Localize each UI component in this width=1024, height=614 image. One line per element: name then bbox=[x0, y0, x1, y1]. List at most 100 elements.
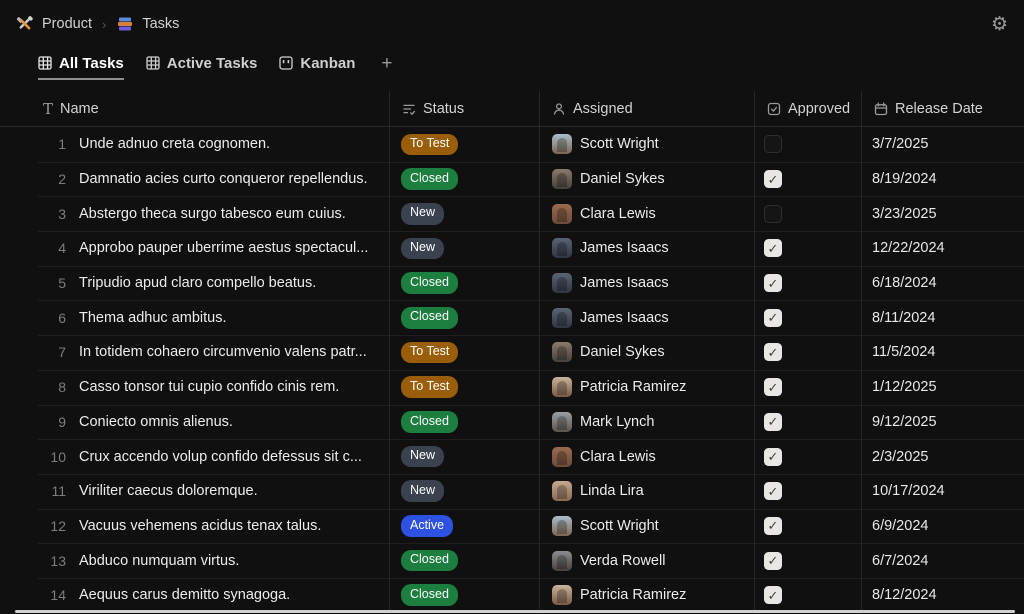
table-row[interactable]: 14 Aequus carus demitto synagoga. Closed… bbox=[0, 578, 1024, 613]
date-cell[interactable]: 2/3/2025 bbox=[862, 439, 1024, 474]
table-row[interactable]: 10 Crux accendo volup confido defessus s… bbox=[0, 439, 1024, 474]
breadcrumb-item-product[interactable]: Product bbox=[16, 15, 92, 33]
approved-cell[interactable]: ✓ bbox=[755, 578, 862, 613]
approved-cell[interactable]: ✓ bbox=[755, 543, 862, 578]
status-badge[interactable]: Closed bbox=[401, 584, 458, 606]
table-row[interactable]: 6 Thema adhuc ambitus. Closed James Isaa… bbox=[0, 300, 1024, 335]
horizontal-scrollbar[interactable] bbox=[15, 610, 1015, 613]
status-badge[interactable]: Closed bbox=[401, 411, 458, 433]
name-cell[interactable]: 5 Tripudio apud claro compello beatus. bbox=[0, 266, 390, 301]
tab-active-tasks[interactable]: Active Tasks bbox=[146, 48, 258, 80]
approved-checkbox[interactable]: ✓ bbox=[764, 135, 782, 153]
date-cell[interactable]: 3/7/2025 bbox=[862, 127, 1024, 162]
table-row[interactable]: 9 Coniecto omnis alienus. Closed Mark Ly… bbox=[0, 405, 1024, 440]
status-cell[interactable]: New bbox=[390, 231, 540, 266]
status-badge[interactable]: New bbox=[401, 446, 444, 468]
table-row[interactable]: 5 Tripudio apud claro compello beatus. C… bbox=[0, 266, 1024, 301]
status-badge[interactable]: Closed bbox=[401, 550, 458, 572]
status-badge[interactable]: Closed bbox=[401, 168, 458, 190]
approved-cell[interactable]: ✓ bbox=[755, 370, 862, 405]
status-cell[interactable]: Active bbox=[390, 509, 540, 544]
approved-checkbox[interactable]: ✓ bbox=[764, 343, 782, 361]
approved-cell[interactable]: ✓ bbox=[755, 474, 862, 509]
approved-checkbox[interactable]: ✓ bbox=[764, 552, 782, 570]
column-header-release-date[interactable]: Release Date bbox=[862, 91, 1024, 126]
approved-checkbox[interactable]: ✓ bbox=[764, 586, 782, 604]
name-cell[interactable]: 6 Thema adhuc ambitus. bbox=[0, 300, 390, 335]
status-cell[interactable]: Closed bbox=[390, 578, 540, 613]
name-cell[interactable]: 3 Abstergo theca surgo tabesco eum cuius… bbox=[0, 196, 390, 231]
add-view-button[interactable]: + bbox=[377, 53, 396, 75]
status-badge[interactable]: To Test bbox=[401, 134, 458, 156]
status-cell[interactable]: Closed bbox=[390, 162, 540, 197]
table-row[interactable]: 8 Casso tonsor tui cupio confido cinis r… bbox=[0, 370, 1024, 405]
status-badge[interactable]: New bbox=[401, 480, 444, 502]
name-cell[interactable]: 10 Crux accendo volup confido defessus s… bbox=[0, 439, 390, 474]
table-row[interactable]: 2 Damnatio acies curto conqueror repelle… bbox=[0, 162, 1024, 197]
breadcrumb-item-tasks[interactable]: Tasks bbox=[116, 15, 179, 33]
status-cell[interactable]: Closed bbox=[390, 405, 540, 440]
date-cell[interactable]: 3/23/2025 bbox=[862, 196, 1024, 231]
status-cell[interactable]: New bbox=[390, 474, 540, 509]
status-cell[interactable]: Closed bbox=[390, 266, 540, 301]
assigned-cell[interactable]: Linda Lira bbox=[540, 474, 755, 509]
status-badge[interactable]: To Test bbox=[401, 342, 458, 364]
assigned-cell[interactable]: Patricia Ramirez bbox=[540, 370, 755, 405]
status-cell[interactable]: Closed bbox=[390, 300, 540, 335]
assigned-cell[interactable]: Clara Lewis bbox=[540, 439, 755, 474]
tab-kanban[interactable]: Kanban bbox=[279, 48, 355, 80]
approved-checkbox[interactable]: ✓ bbox=[764, 517, 782, 535]
status-cell[interactable]: To Test bbox=[390, 127, 540, 162]
assigned-cell[interactable]: James Isaacs bbox=[540, 300, 755, 335]
name-cell[interactable]: 11 Viriliter caecus doloremque. bbox=[0, 474, 390, 509]
approved-checkbox[interactable]: ✓ bbox=[764, 274, 782, 292]
assigned-cell[interactable]: Scott Wright bbox=[540, 509, 755, 544]
date-cell[interactable]: 9/12/2025 bbox=[862, 405, 1024, 440]
approved-checkbox[interactable]: ✓ bbox=[764, 205, 782, 223]
assigned-cell[interactable]: Scott Wright bbox=[540, 127, 755, 162]
status-badge[interactable]: Closed bbox=[401, 272, 458, 294]
status-cell[interactable]: New bbox=[390, 196, 540, 231]
assigned-cell[interactable]: Daniel Sykes bbox=[540, 335, 755, 370]
approved-cell[interactable]: ✓ bbox=[755, 509, 862, 544]
approved-checkbox[interactable]: ✓ bbox=[764, 448, 782, 466]
date-cell[interactable]: 10/17/2024 bbox=[862, 474, 1024, 509]
date-cell[interactable]: 8/19/2024 bbox=[862, 162, 1024, 197]
table-row[interactable]: 12 Vacuus vehemens acidus tenax talus. A… bbox=[0, 509, 1024, 544]
approved-cell[interactable]: ✓ bbox=[755, 196, 862, 231]
gear-icon[interactable]: ⚙ bbox=[991, 15, 1008, 34]
approved-cell[interactable]: ✓ bbox=[755, 231, 862, 266]
table-row[interactable]: 7 In totidem cohaero circumvenio valens … bbox=[0, 335, 1024, 370]
assigned-cell[interactable]: Daniel Sykes bbox=[540, 162, 755, 197]
date-cell[interactable]: 6/9/2024 bbox=[862, 509, 1024, 544]
name-cell[interactable]: 8 Casso tonsor tui cupio confido cinis r… bbox=[0, 370, 390, 405]
assigned-cell[interactable]: James Isaacs bbox=[540, 231, 755, 266]
approved-cell[interactable]: ✓ bbox=[755, 266, 862, 301]
date-cell[interactable]: 1/12/2025 bbox=[862, 370, 1024, 405]
status-cell[interactable]: New bbox=[390, 439, 540, 474]
assigned-cell[interactable]: Clara Lewis bbox=[540, 196, 755, 231]
approved-cell[interactable]: ✓ bbox=[755, 162, 862, 197]
status-cell[interactable]: To Test bbox=[390, 370, 540, 405]
name-cell[interactable]: 2 Damnatio acies curto conqueror repelle… bbox=[0, 162, 390, 197]
approved-cell[interactable]: ✓ bbox=[755, 300, 862, 335]
date-cell[interactable]: 6/18/2024 bbox=[862, 266, 1024, 301]
name-cell[interactable]: 14 Aequus carus demitto synagoga. bbox=[0, 578, 390, 613]
table-row[interactable]: 13 Abduco numquam virtus. Closed Verda R… bbox=[0, 543, 1024, 578]
table-row[interactable]: 4 Approbo pauper uberrime aestus spectac… bbox=[0, 231, 1024, 266]
table-row[interactable]: 11 Viriliter caecus doloremque. New Lind… bbox=[0, 474, 1024, 509]
status-badge[interactable]: New bbox=[401, 238, 444, 260]
approved-checkbox[interactable]: ✓ bbox=[764, 482, 782, 500]
approved-cell[interactable]: ✓ bbox=[755, 127, 862, 162]
status-badge[interactable]: New bbox=[401, 203, 444, 225]
name-cell[interactable]: 13 Abduco numquam virtus. bbox=[0, 543, 390, 578]
column-header-status[interactable]: Status bbox=[390, 91, 540, 126]
date-cell[interactable]: 6/7/2024 bbox=[862, 543, 1024, 578]
column-header-name[interactable]: T Name bbox=[0, 91, 390, 126]
status-cell[interactable]: Closed bbox=[390, 543, 540, 578]
assigned-cell[interactable]: James Isaacs bbox=[540, 266, 755, 301]
status-cell[interactable]: To Test bbox=[390, 335, 540, 370]
name-cell[interactable]: 12 Vacuus vehemens acidus tenax talus. bbox=[0, 509, 390, 544]
date-cell[interactable]: 11/5/2024 bbox=[862, 335, 1024, 370]
approved-checkbox[interactable]: ✓ bbox=[764, 378, 782, 396]
